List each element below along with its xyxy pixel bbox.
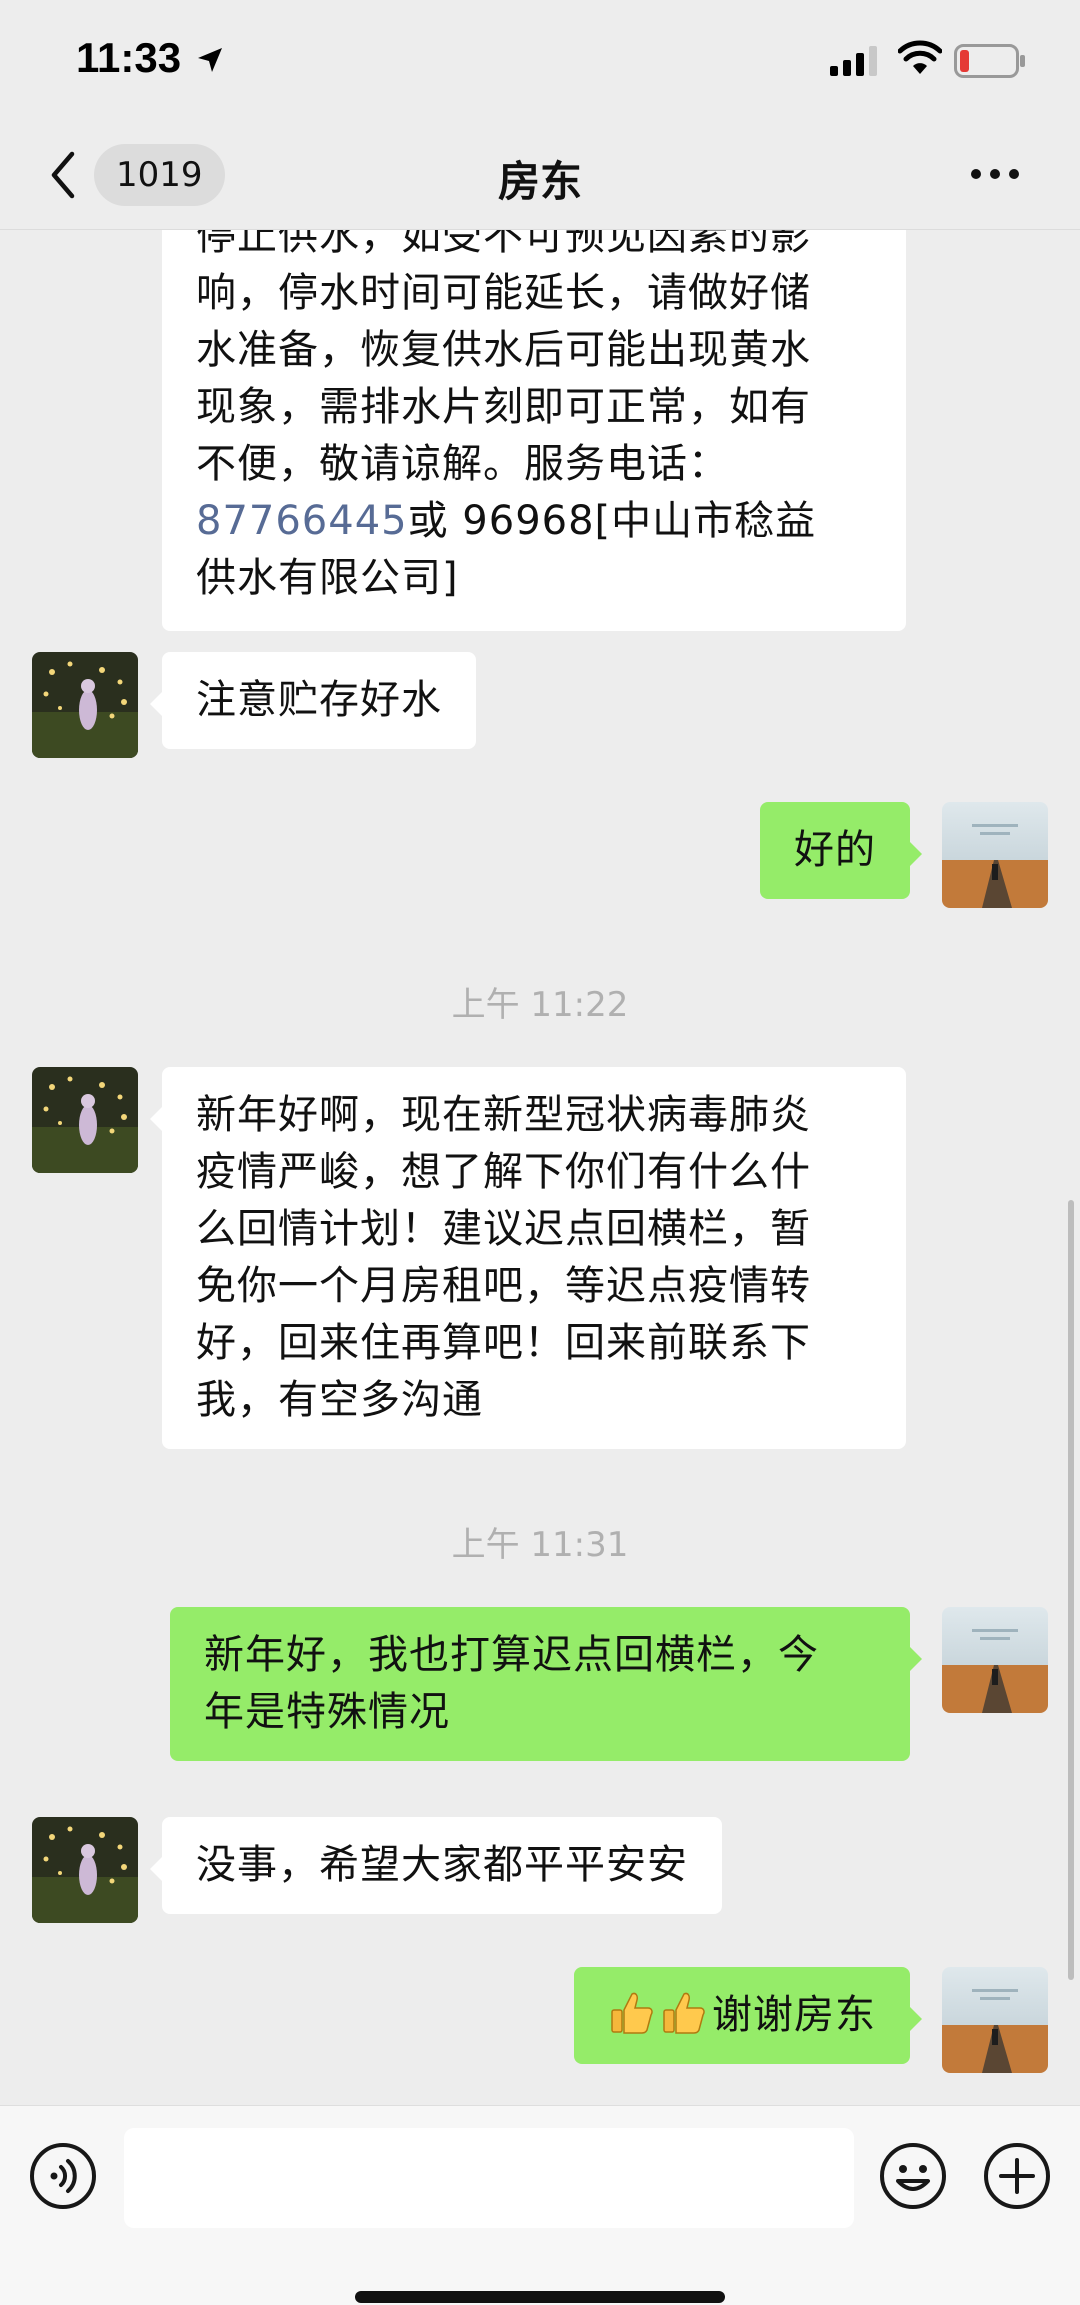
landlord-avatar-image <box>32 1067 138 1173</box>
landlord-avatar-image <box>32 1817 138 1923</box>
message-line: 响，停水时间可能延长，请做好储 <box>196 270 811 316</box>
landlord-avatar[interactable] <box>32 1817 138 1923</box>
chat-title: 房东 <box>497 157 582 206</box>
message-text: 或 96968[中山市稔益 <box>407 498 817 544</box>
bubble-tail <box>150 692 162 716</box>
message-input[interactable] <box>124 2128 854 2228</box>
message-line: 疫情严峻，想了解下你们有什么什 <box>196 1149 811 1195</box>
status-bar: 11:33 <box>0 0 1080 120</box>
message-bubble-incoming[interactable]: 没事，希望大家都平平安安 <box>150 1817 722 1914</box>
nav-bar: 1019 房东 <box>0 120 1080 230</box>
location-arrow-icon <box>198 48 222 72</box>
message-timestamp: 上午 11:22 <box>451 985 629 1025</box>
plus-icon[interactable] <box>982 2141 1052 2211</box>
bubble-tail <box>910 2007 922 2031</box>
emoji-icon[interactable] <box>878 2141 948 2211</box>
phone-number-link[interactable]: 87766445 <box>196 498 408 544</box>
thumbs-up-icon <box>611 1992 653 2034</box>
status-time: 11:33 <box>76 34 182 81</box>
message-text: 谢谢房东 <box>712 1992 876 2038</box>
landlord-avatar[interactable] <box>32 652 138 758</box>
chat-message-list[interactable]: 停止供水，如受不可预见因素的影 响，停水时间可能延长，请做好储 水准备，恢复供水… <box>0 230 1080 2110</box>
message-timestamp: 上午 11:31 <box>451 1525 629 1565</box>
message-line: 停止供水，如受不可预见因素的影 <box>196 230 811 259</box>
voice-input-icon[interactable] <box>28 2141 98 2211</box>
message-bubble-outgoing[interactable]: 好的 <box>760 802 922 899</box>
landlord-avatar-image <box>32 652 138 758</box>
message-text: 好的 <box>794 827 876 873</box>
message-bubble-incoming[interactable]: 新年好啊，现在新型冠状病毒肺炎 疫情严峻，想了解下你们有什么什 么回情计划！建议… <box>150 1067 906 1449</box>
signal-icon <box>830 46 877 76</box>
bubble-tail <box>150 1107 162 1131</box>
message-line: 新年好啊，现在新型冠状病毒肺炎 <box>196 1092 811 1138</box>
message-bubble-outgoing[interactable]: 新年好，我也打算迟点回横栏，今 年是特殊情况 <box>170 1607 922 1761</box>
message-line: 不便，敬请谅解。服务电话： <box>196 441 729 487</box>
message-line: 87766445或 96968[中山市稔益 <box>196 493 872 550</box>
my-avatar-image <box>942 1967 1048 2073</box>
my-avatar[interactable] <box>942 1967 1048 2073</box>
bubble-tail <box>910 1647 922 1671</box>
wifi-icon <box>898 40 942 74</box>
landlord-avatar[interactable] <box>32 1067 138 1173</box>
message-line: 么回情计划！建议迟点回横栏，暂 <box>196 1206 811 1252</box>
input-bar <box>0 2105 1080 2305</box>
message-line: 年是特殊情况 <box>204 1689 450 1735</box>
message-line: 现象，需排水片刻即可正常，如有 <box>196 384 811 430</box>
message-bubble-outgoing[interactable]: 谢谢房东 <box>574 1967 922 2064</box>
message-line: 新年好，我也打算迟点回横栏，今 <box>204 1632 819 1678</box>
message-bubble-incoming[interactable]: 注意贮存好水 <box>150 652 476 749</box>
message-text: 注意贮存好水 <box>196 677 442 723</box>
chat-scrollbar[interactable] <box>1068 1200 1074 1980</box>
message-text: 没事，希望大家都平平安安 <box>196 1842 688 1888</box>
my-avatar[interactable] <box>942 1607 1048 1713</box>
bubble-tail <box>150 1857 162 1881</box>
message-line: 免你一个月房租吧，等迟点疫情转 <box>196 1263 811 1309</box>
home-indicator <box>355 2291 725 2303</box>
battery-icon <box>954 44 1025 78</box>
my-avatar-image <box>942 1607 1048 1713</box>
message-line: 好，回来住再算吧！回来前联系下 <box>196 1320 811 1366</box>
more-options-icon[interactable] <box>970 164 1020 184</box>
message-line: 水准备，恢复供水后可能出现黄水 <box>196 327 811 373</box>
thumbs-up-icon <box>663 1992 705 2034</box>
bubble-tail <box>910 842 922 866</box>
message-bubble-incoming[interactable]: 停止供水，如受不可预见因素的影 响，停水时间可能延长，请做好储 水准备，恢复供水… <box>162 230 906 631</box>
my-avatar-image <box>942 802 1048 908</box>
message-line: 我，有空多沟通 <box>196 1377 483 1423</box>
message-line: 供水有限公司] <box>196 555 459 601</box>
my-avatar[interactable] <box>942 802 1048 908</box>
